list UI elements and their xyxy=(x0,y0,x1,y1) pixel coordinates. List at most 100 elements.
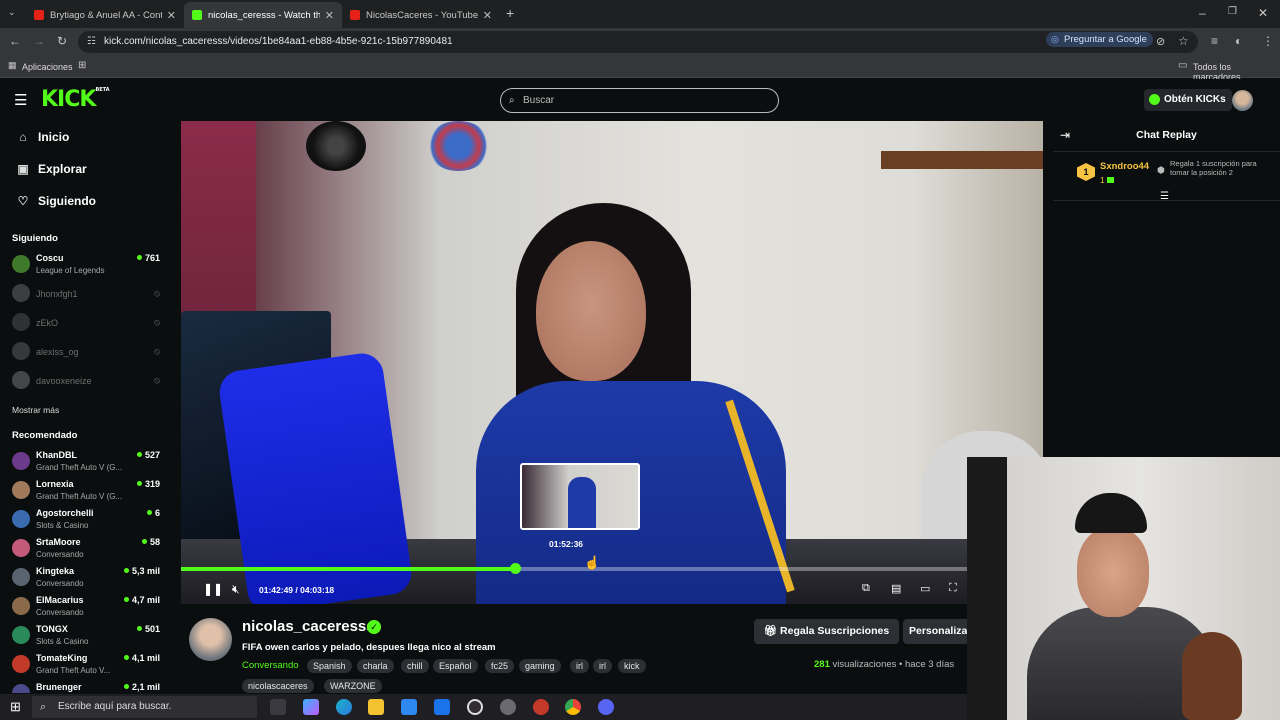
fullscreen-icon[interactable]: ⛶ xyxy=(949,582,957,595)
tag[interactable]: chill xyxy=(401,659,429,673)
forward-icon[interactable]: → xyxy=(33,34,45,48)
gift-subs-button[interactable]: 🎁︎ Regala Suscripciones xyxy=(754,619,899,644)
progress-handle[interactable] xyxy=(509,563,521,574)
streamer-avatar[interactable] xyxy=(189,618,232,661)
tag[interactable]: irl xyxy=(593,659,612,673)
tag[interactable]: Spanish xyxy=(307,659,352,673)
windows-start-icon[interactable]: ⊞ xyxy=(10,699,21,715)
task-view-icon[interactable] xyxy=(270,699,286,715)
player-controls: ❚❚ 🔇︎ 01:42:49 / 04:03:18 ⧉ ▤ ▭ ⛶ xyxy=(181,576,1043,604)
mail-icon[interactable] xyxy=(434,699,450,715)
video-frame-phone xyxy=(216,350,415,604)
browser-tab-3[interactable]: NicolasCaceres - YouTube ✕ xyxy=(342,2,500,28)
ask-google-button[interactable]: ◎ Preguntar a Google xyxy=(1046,32,1153,47)
tag[interactable]: fc25 xyxy=(485,659,515,673)
gift-icon: 🎁︎ xyxy=(763,625,781,637)
edge-icon[interactable] xyxy=(336,699,352,715)
following-item-davooxeneize[interactable]: davooxeneize ⦸ xyxy=(12,368,160,396)
taskbar-search-input[interactable]: ⌕ Escribe aquí para buscar. xyxy=(32,696,257,718)
menu-kebab-icon[interactable]: ⋮ xyxy=(1262,34,1274,48)
browser-tab-1[interactable]: Brytiago & Anuel AA - Controla ✕ xyxy=(26,2,184,28)
following-item-jhonxfgh1[interactable]: Jhonxfgh1 ⦸ xyxy=(12,281,160,309)
streamer-name[interactable]: nicolas_caceresss xyxy=(242,618,375,635)
new-tab-icon[interactable]: + xyxy=(506,5,514,21)
app-icon[interactable] xyxy=(533,699,549,715)
logo-text: KICK xyxy=(41,87,96,112)
tag[interactable]: Español xyxy=(433,659,478,673)
clip-icon[interactable]: ▤ xyxy=(891,582,901,595)
window-close-icon[interactable]: ✕ xyxy=(1258,6,1268,20)
tag[interactable]: charla xyxy=(357,659,394,673)
eye-off-icon[interactable]: ⊘ xyxy=(1156,35,1165,48)
pause-icon[interactable]: ❚❚ xyxy=(203,582,223,596)
following-item-alexiss-og[interactable]: alexiss_og ⦸ xyxy=(12,339,160,367)
avatar xyxy=(12,452,30,470)
obs-icon[interactable] xyxy=(467,699,483,715)
reload-icon[interactable]: ↻ xyxy=(57,34,67,48)
miniplayer-icon[interactable]: ⧉ xyxy=(862,582,870,595)
recommended-item[interactable]: ElMacarius Conversando 4,7 mil xyxy=(12,594,160,622)
hamburger-menu-icon[interactable]: ☰ xyxy=(14,91,27,109)
tab-groups-icon[interactable]: ⊞ xyxy=(78,60,86,71)
category-link[interactable]: Conversando xyxy=(242,660,299,671)
nav-following[interactable]: ♡ Siguiendo xyxy=(16,194,96,208)
copilot-icon[interactable] xyxy=(303,699,319,715)
bookmark-apps[interactable]: Aplicaciones xyxy=(22,62,73,72)
following-item-coscu[interactable]: Coscu League of Legends 761 xyxy=(12,252,160,280)
webcam-mate-cup xyxy=(1182,632,1242,720)
recommended-item[interactable]: SrtaMoore Conversando 58 xyxy=(12,536,160,564)
settings-icon[interactable] xyxy=(500,699,516,715)
discord-icon[interactable] xyxy=(598,699,614,715)
chrome-icon[interactable] xyxy=(565,699,581,715)
minimize-icon[interactable]: – xyxy=(1199,6,1206,20)
nav-browse[interactable]: ▣ Explorar xyxy=(16,162,86,176)
stream-info: nicolas_caceresss ✓ FIFA owen carlos y p… xyxy=(181,604,983,694)
get-kicks-button[interactable]: Obtén KICKs xyxy=(1144,89,1232,111)
bookmark-star-icon[interactable]: ☆ xyxy=(1178,34,1189,48)
recommended-item[interactable]: TomateKing Grand Theft Auto V... 4,1 mil xyxy=(12,652,160,680)
tag[interactable]: irl xyxy=(570,659,589,673)
url-field[interactable]: ☷ kick.com/nicolas_caceresss/videos/1be8… xyxy=(78,31,1198,53)
top-gifter-name[interactable]: Sxndroo44 xyxy=(1100,161,1149,172)
recommended-item[interactable]: Brunenger 2,1 mil xyxy=(12,681,160,693)
search-input[interactable]: ⌕ Buscar xyxy=(500,88,779,113)
tag[interactable]: WARZONE xyxy=(324,679,382,693)
media-control-icon[interactable]: ≡ xyxy=(1211,34,1218,48)
back-icon[interactable]: ← xyxy=(9,34,21,48)
recommended-item[interactable]: Agostorchelli Slots & Casino 6 xyxy=(12,507,160,535)
viewer-count: 4,7 mil xyxy=(124,595,160,605)
recommended-item[interactable]: KhanDBL Grand Theft Auto V (G... 527 xyxy=(12,449,160,477)
tag[interactable]: nicolascaceres xyxy=(242,679,314,693)
recommended-item[interactable]: TONGX Slots & Casino 501 xyxy=(12,623,160,651)
close-icon[interactable]: ✕ xyxy=(483,9,492,22)
nav-home[interactable]: ⌂ Inicio xyxy=(16,130,69,144)
user-avatar[interactable] xyxy=(1232,90,1253,111)
close-icon[interactable]: ✕ xyxy=(167,9,176,22)
tab-search-icon[interactable]: ⌄ xyxy=(8,7,16,18)
kick-logo[interactable]: KICKBETA xyxy=(41,87,110,112)
apps-grid-icon[interactable]: ▦ xyxy=(8,60,17,71)
recommended-item[interactable]: Lornexia Grand Theft Auto V (G... 319 xyxy=(12,478,160,506)
site-info-icon[interactable]: ☷ xyxy=(87,31,96,53)
rank-badge-icon: 1 xyxy=(1077,163,1095,181)
mute-icon[interactable]: 🔇︎ xyxy=(232,582,240,597)
theater-mode-icon[interactable]: ▭ xyxy=(920,582,930,595)
tag[interactable]: gaming xyxy=(519,659,561,673)
channel-name: Lornexia xyxy=(36,479,74,489)
following-item-zeko[interactable]: zEkO ⦸ xyxy=(12,310,160,338)
tag[interactable]: kick xyxy=(618,659,646,673)
file-explorer-icon[interactable] xyxy=(368,699,384,715)
close-icon[interactable]: ✕ xyxy=(325,9,334,22)
video-player[interactable]: 01:52:36 ☝ ❚❚ 🔇︎ 01:42:49 / 04:03:18 ⧉ ▤… xyxy=(181,121,1043,604)
tab-title: Brytiago & Anuel AA - Controla xyxy=(50,9,162,21)
profile-icon[interactable]: ◐ xyxy=(1235,34,1242,48)
channel-name: Jhonxfgh1 xyxy=(36,289,78,299)
show-more-link[interactable]: Mostrar más xyxy=(12,405,59,415)
progress-fill xyxy=(181,567,515,571)
recommended-item[interactable]: Kingteka Conversando 5,3 mil xyxy=(12,565,160,593)
store-icon[interactable] xyxy=(401,699,417,715)
browser-tab-2[interactable]: nicolas_ceresss - Watch the V ✕ xyxy=(184,2,342,28)
restore-icon[interactable]: ❐ xyxy=(1228,6,1237,17)
offline-icon: ⦸ xyxy=(154,288,160,298)
time-ago: hace 3 días xyxy=(905,659,955,670)
